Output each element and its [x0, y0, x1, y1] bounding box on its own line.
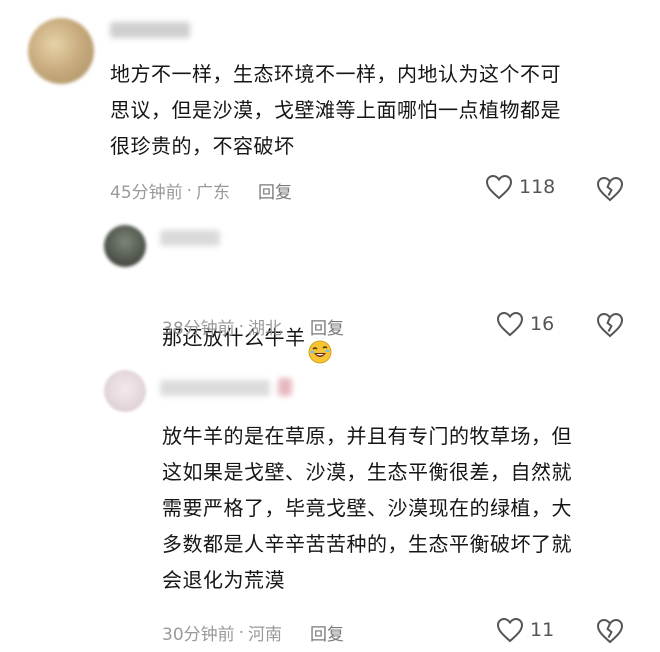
broken-heart-icon — [596, 312, 624, 338]
avatar[interactable] — [104, 370, 146, 412]
comment-text: 放牛羊的是在草原，并且有专门的牧草场，但 这如果是戈壁、沙漠，生态平衡很差，自然… — [162, 424, 572, 592]
comment-meta: 38分钟前 · 湖北 回复 — [162, 314, 344, 340]
like-button[interactable]: 16 — [496, 311, 554, 337]
avatar[interactable] — [28, 18, 94, 84]
broken-heart-icon — [596, 618, 624, 644]
comment-meta: 30分钟前 · 河南 回复 — [162, 620, 344, 646]
meta-separator: · — [238, 316, 245, 337]
heart-outline-icon — [496, 617, 524, 643]
username-decoration-blurred — [278, 378, 292, 396]
dislike-button[interactable] — [596, 312, 624, 342]
broken-heart-icon — [596, 176, 624, 202]
comment-meta: 45分钟前 · 广东 回复 — [110, 178, 292, 204]
username-blurred[interactable] — [160, 230, 220, 246]
like-count: 16 — [530, 313, 555, 335]
like-button[interactable]: 11 — [496, 617, 554, 643]
reply-button[interactable]: 回复 — [258, 178, 292, 203]
reply-button[interactable]: 回复 — [310, 314, 344, 339]
dislike-button[interactable] — [596, 618, 624, 648]
comment-time: 45分钟前 — [110, 183, 183, 203]
dislike-button[interactable] — [596, 176, 624, 206]
heart-outline-icon — [485, 174, 513, 200]
like-count: 11 — [530, 619, 555, 641]
like-button[interactable]: 118 — [485, 174, 555, 200]
comment-text: 地方不一样，生态环境不一样，内地认为这个不可 思议，但是沙漠，戈壁滩等上面哪怕一… — [110, 62, 561, 158]
comment-location: 广东 — [196, 183, 231, 203]
meta-separator: · — [238, 622, 245, 643]
comment-location: 河南 — [248, 625, 283, 645]
reply-button[interactable]: 回复 — [310, 620, 344, 645]
meta-separator: · — [186, 180, 193, 201]
like-count: 118 — [519, 176, 556, 198]
comment-time: 38分钟前 — [162, 319, 235, 339]
comment-time: 30分钟前 — [162, 625, 235, 645]
username-blurred[interactable] — [160, 380, 270, 396]
comment-location: 湖北 — [248, 319, 283, 339]
username-blurred[interactable] — [110, 22, 190, 38]
heart-outline-icon — [496, 311, 524, 337]
avatar[interactable] — [104, 225, 146, 267]
